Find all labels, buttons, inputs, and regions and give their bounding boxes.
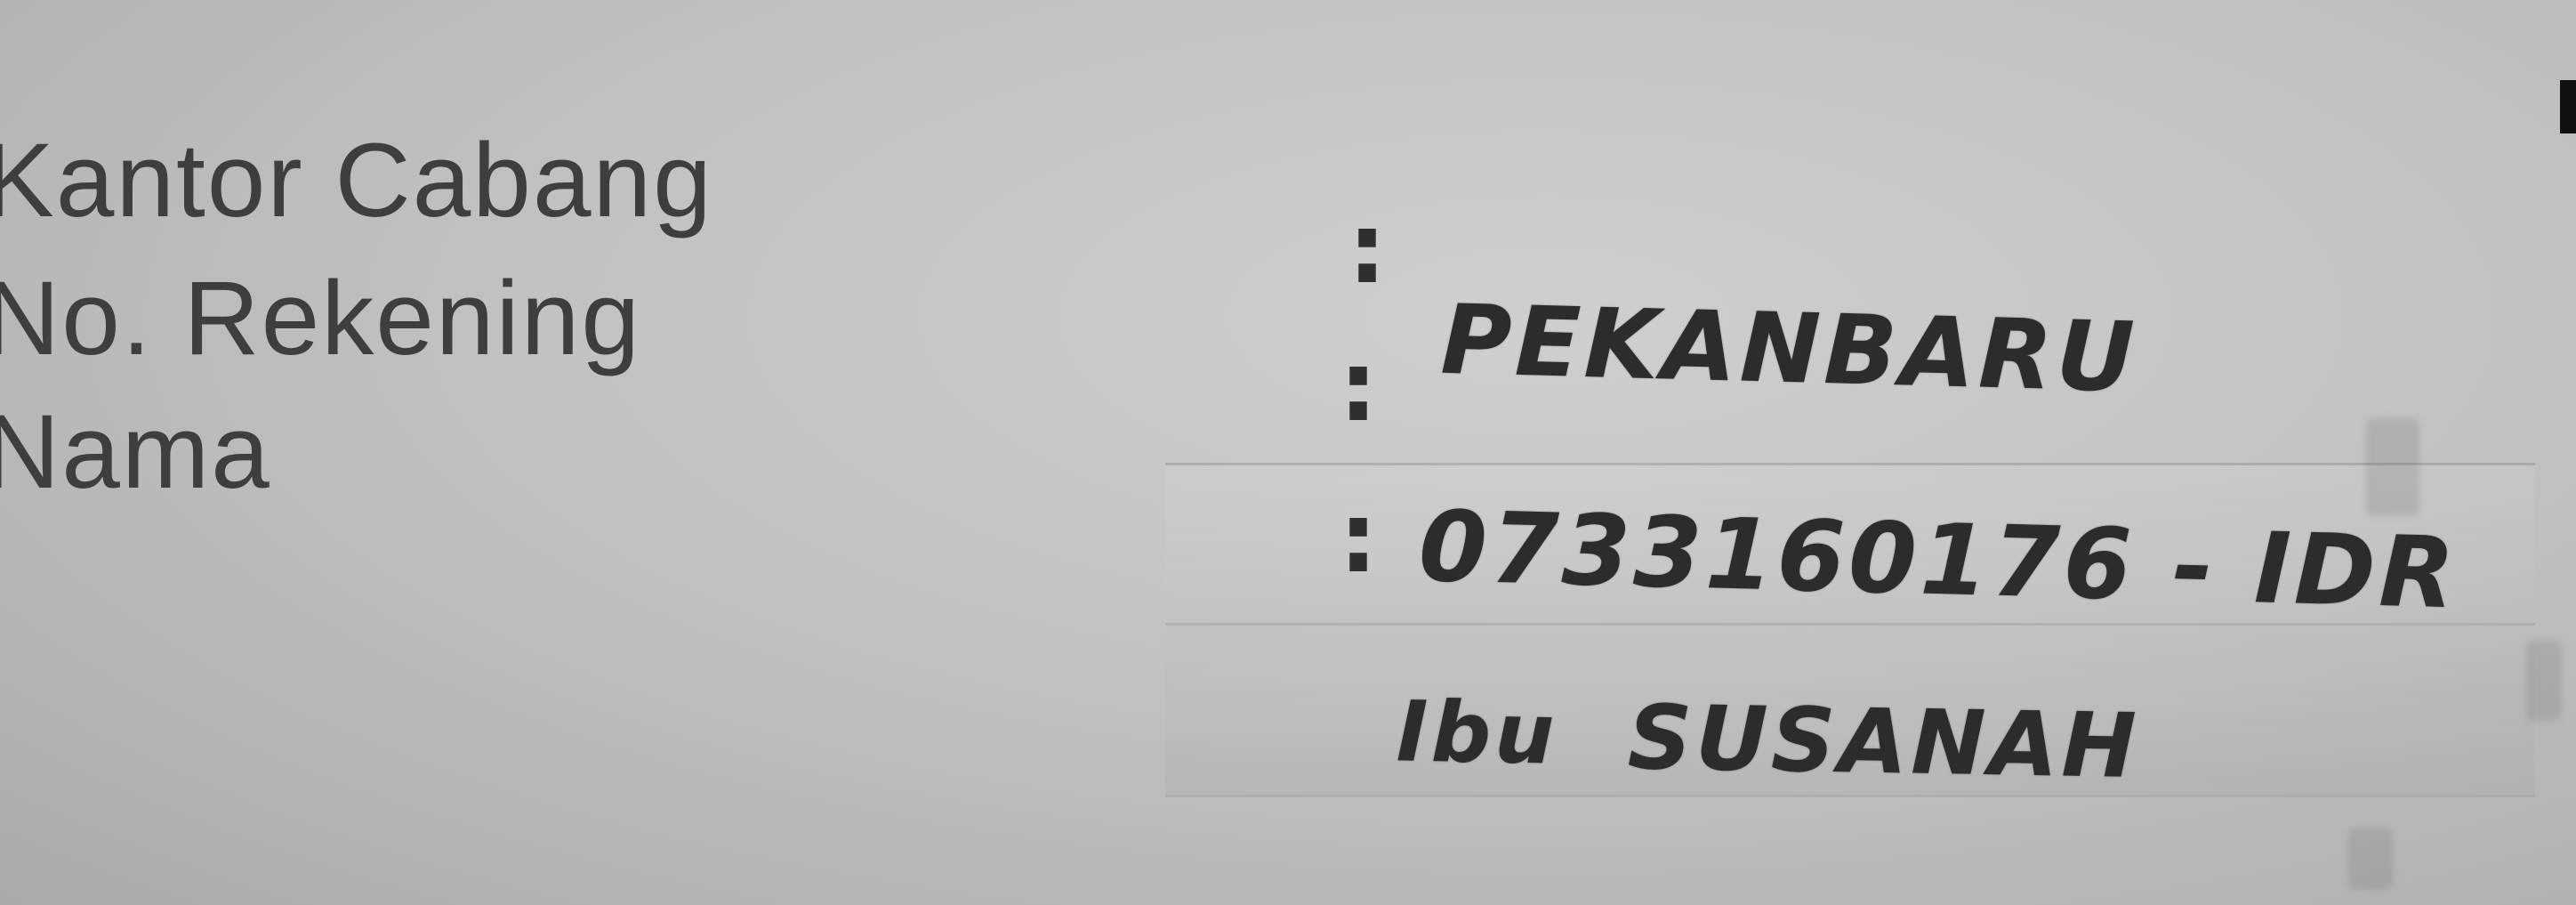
document-page: Kantor Cabang No. Rekening Nama : : : PE…	[0, 0, 2576, 905]
smudge-mark	[2366, 418, 2419, 516]
value-name: SUSANAH	[1627, 684, 2141, 799]
separator-1: :	[1348, 191, 1387, 305]
smudge-mark	[2526, 641, 2562, 721]
value-branch: PEKANBARU	[1439, 284, 2139, 415]
separator-2: :	[1339, 329, 1378, 443]
smudge-mark	[2348, 828, 2393, 890]
separator-3: :	[1339, 481, 1378, 594]
edge-mark	[2560, 80, 2576, 133]
label-name: Nama	[0, 393, 271, 511]
label-account-number: No. Rekening	[0, 260, 641, 377]
value-name-prefix: Ibu	[1396, 683, 1559, 784]
label-branch: Kantor Cabang	[0, 122, 713, 239]
